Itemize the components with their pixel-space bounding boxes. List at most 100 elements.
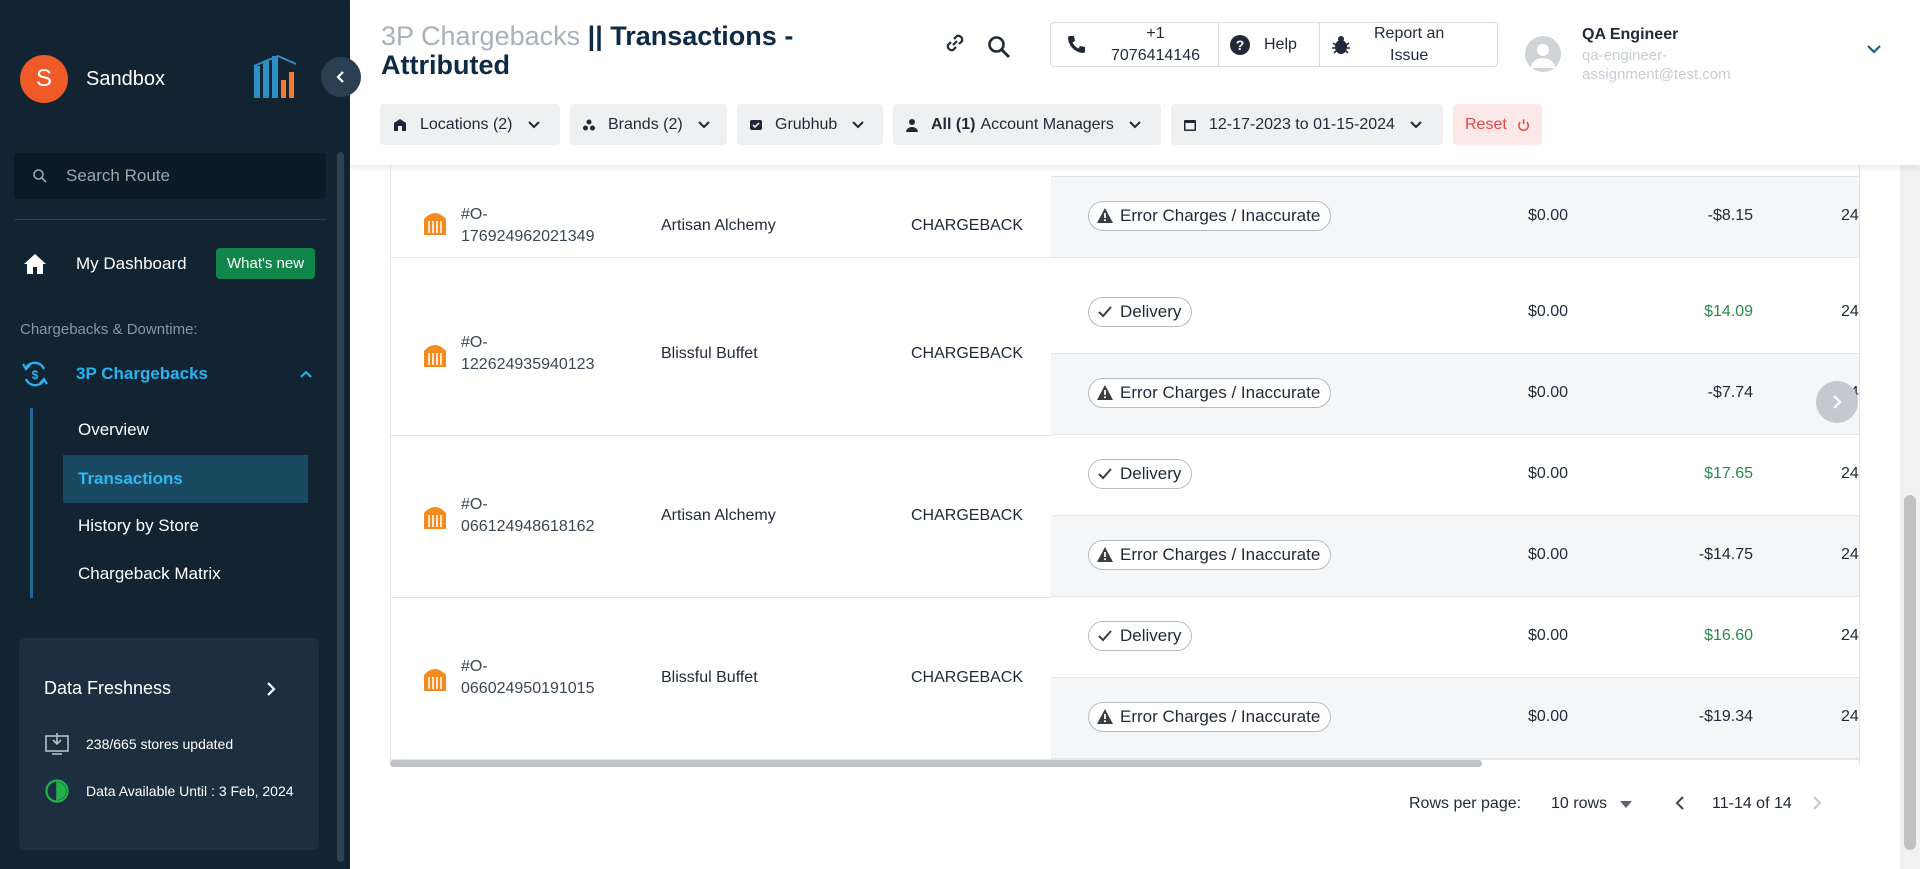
amount-col-2: -$8.15 [1707,207,1753,224]
support-phone[interactable]: +1 7076414146 [1051,23,1219,66]
warning-icon [1097,385,1113,400]
transaction-type: CHARGEBACK [911,507,1024,524]
next-page-button[interactable] [1810,795,1824,811]
scroll-table-right-button[interactable] [1816,381,1858,423]
help-button[interactable]: ? Help [1219,23,1320,66]
table-row[interactable]: #O- 122624935940123 Blissful Buffet CHAR… [391,273,1859,436]
route-search[interactable] [14,153,326,199]
order-id[interactable]: #O- 176924962021349 [461,204,594,248]
grubhub-icon [424,669,446,691]
sidebar-group-chargebacks[interactable]: $ 3P Chargebacks [20,356,320,392]
store-name: Blissful Buffet [661,669,758,686]
sub-row: Error Charges / Inaccurate $0.00 -$14.75… [1051,516,1859,597]
help-icon: ? [1230,34,1250,55]
data-freshness-card: Data Freshness 238/665 stores updated Da… [19,638,319,850]
reason-label: Error Charges / Inaccurate [1120,545,1321,564]
user-email-line-2: assignment@test.com [1582,66,1731,83]
phone-line-1: +1 [1146,24,1165,42]
sub-row-hidden [1051,165,1859,177]
amount-col-1: $0.00 [1527,627,1568,644]
date-range-filter[interactable]: 12-17-2023 to 01-15-2024 [1171,104,1443,145]
sub-row: Error Charges / Inaccurate $0.00 -$8.15 … [1051,177,1859,258]
previous-page-button[interactable] [1673,795,1687,811]
platform-filter[interactable]: Grubhub [737,104,883,145]
platform-icon [750,119,762,130]
order-id-line-2: 066024950191015 [461,680,595,697]
amount-col-1: $0.00 [1527,384,1568,401]
table-horizontal-scrollbar[interactable] [390,760,1860,767]
chevron-right-icon[interactable] [263,680,279,698]
link-icon [946,34,964,52]
order-id[interactable]: #O- 066024950191015 [461,656,594,700]
brands-filter[interactable]: Brands (2) [570,104,727,145]
transaction-type: CHARGEBACK [911,345,1024,362]
reason-label: Error Charges / Inaccurate [1120,707,1321,726]
chevron-right-icon [1813,796,1822,810]
sidebar: S Sandbox My Dashboard What's new Charge… [0,0,350,869]
table-row[interactable]: #O- 066124948618162 Artisan Alchemy CHAR… [391,435,1859,598]
user-menu[interactable]: QA Engineer qa-engineer- assignment@test… [1525,22,1905,83]
reason-chip: Delivery [1088,459,1193,489]
home-icon [24,254,46,274]
chevron-right-icon [1833,395,1842,409]
search-icon [33,169,47,183]
amount-col-1: $0.00 [1527,465,1568,482]
reason-chip: Delivery [1088,297,1193,327]
sidebar-item-dashboard[interactable]: My Dashboard What's new [22,246,322,282]
filter-bar: Locations (2) Brands (2) Grubhub All (1)… [380,104,1542,145]
chevron-left-icon [336,71,344,83]
order-id-line-2: 176924962021349 [461,228,595,245]
copy-link-button[interactable] [938,26,972,60]
app-logo-icon [253,54,297,98]
truncated-col: 24 [1841,627,1859,644]
workspace-name: Sandbox [86,67,165,90]
chevron-up-icon[interactable] [298,366,314,382]
sidebar-section-label: Chargebacks & Downtime: [20,321,198,338]
search-button[interactable] [982,30,1016,64]
store-icon [394,118,406,131]
transaction-type: CHARGEBACK [911,217,1024,234]
reason-label: Error Charges / Inaccurate [1120,206,1321,225]
rows-per-page-value: 10 rows [1551,795,1608,812]
sub-row: Error Charges / Inaccurate $0.00 -$19.34… [1051,678,1859,759]
rows-per-page-label: Rows per page: [1409,795,1522,812]
reset-filters-button[interactable]: Reset [1453,104,1542,145]
order-id[interactable]: #O- 122624935940123 [461,332,594,376]
truncated-col: 24 [1841,465,1859,482]
whats-new-badge[interactable]: What's new [216,248,316,279]
rows-per-page-select[interactable]: 10 rows [1551,795,1633,813]
sidebar-item-history-by-store[interactable]: History by Store [63,502,308,550]
sub-row: Delivery $0.00 $17.65 24 [1051,435,1859,516]
table-scroll-thumb[interactable] [390,760,1482,767]
workspace-switcher[interactable]: S Sandbox [20,55,165,103]
table-row[interactable]: #O- 176924962021349 Artisan Alchemy CHAR… [391,165,1859,258]
sidebar-item-overview[interactable]: Overview [63,406,308,454]
chevron-down-icon[interactable] [1865,42,1883,56]
account-managers-filter[interactable]: All (1) Account Managers [893,104,1161,145]
sidebar-item-chargeback-matrix[interactable]: Chargeback Matrix [63,550,308,598]
amount-col-2: $17.65 [1704,465,1753,482]
brands-filter-label: Brands (2) [608,115,683,133]
collapse-sidebar-button[interactable] [321,57,361,97]
report-issue-button[interactable]: Report an Issue [1320,23,1497,66]
page-scroll-thumb[interactable] [1904,495,1916,850]
chevron-down-icon [527,120,540,128]
page-title: 3P Chargebacks || Transactions - Attribu… [381,22,831,80]
order-id-line-2: 122624935940123 [461,356,595,373]
order-id[interactable]: #O- 066124948618162 [461,494,594,538]
amount-col-1: $0.00 [1527,546,1568,563]
order-id-line-2: 066124948618162 [461,518,595,535]
locations-filter[interactable]: Locations (2) [380,104,560,145]
amount-col-2: $16.60 [1704,627,1753,644]
sidebar-scrollbar[interactable] [337,152,344,862]
brands-icon [583,119,595,130]
truncated-col: 24 [1841,303,1859,320]
reason-chip: Error Charges / Inaccurate [1088,540,1332,570]
warning-icon [1097,547,1113,562]
sidebar-item-transactions[interactable]: Transactions [63,455,308,503]
table-row[interactable]: #O- 066024950191015 Blissful Buffet CHAR… [391,597,1859,760]
grubhub-icon [424,345,446,367]
bug-icon [1332,35,1350,54]
route-search-input[interactable] [66,166,296,186]
chevron-down-icon [697,120,710,128]
